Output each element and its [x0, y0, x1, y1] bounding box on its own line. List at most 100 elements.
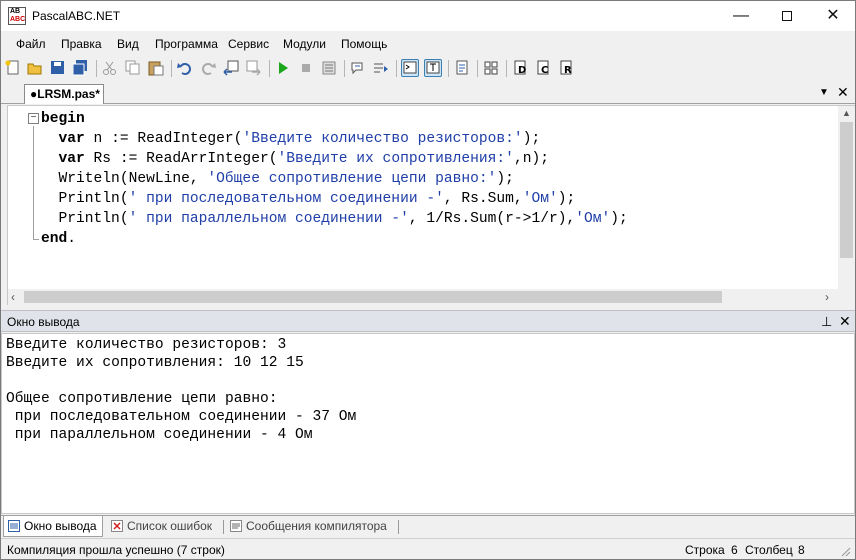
stop-icon[interactable] [297, 59, 315, 77]
status-row-value: 6 [731, 543, 738, 557]
menu-program[interactable]: Программа [155, 37, 218, 51]
tab-error-list[interactable]: Список ошибок [107, 516, 223, 537]
toolbar-separator [344, 60, 345, 77]
pin-icon[interactable]: ⊥ [821, 314, 832, 330]
scroll-thumb[interactable] [840, 122, 853, 258]
code-line-7: end. [41, 231, 77, 247]
debug-icon[interactable]: D [511, 59, 529, 77]
output-text: Введите количество резисторов: 3 Введите … [6, 336, 356, 444]
code-editor[interactable]: − begin var n := ReadInteger('Введите ко… [7, 105, 855, 305]
toolbar-separator [96, 60, 97, 77]
title-bar: AB ABC PascalABC.NET — ✕ [1, 1, 855, 31]
resize-grip-icon[interactable] [839, 545, 851, 557]
save-all-icon[interactable] [72, 59, 90, 77]
fold-guide-line [33, 126, 34, 239]
toolbar-separator [506, 60, 507, 77]
output-panel-header: Окно вывода ⊥ ✕ [1, 310, 855, 332]
menu-modules[interactable]: Модули [283, 37, 326, 51]
toolbar-separator [171, 60, 172, 77]
app-logo-icon: AB ABC [8, 7, 26, 25]
app-window: AB ABC PascalABC.NET — ✕ Файл Правка Вид… [0, 0, 856, 560]
status-bar: Компиляция прошла успешно (7 строк) Стро… [1, 538, 855, 559]
editor-horizontal-scrollbar[interactable]: ‹ › [8, 289, 855, 305]
tab-close-icon[interactable]: ✕ [837, 84, 849, 101]
editor-vertical-scrollbar[interactable]: ▲ [838, 106, 855, 289]
svg-text:D: D [518, 65, 526, 76]
fold-guide-end [33, 239, 39, 240]
toolbar-separator [396, 60, 397, 77]
toolbar-separator [448, 60, 449, 77]
output-line: при параллельном соединении - 4 Ом [6, 427, 313, 443]
navigate-back-icon[interactable] [222, 59, 240, 77]
tab-compiler-messages-label: Сообщения компилятора [246, 519, 387, 533]
debug3-icon[interactable]: R [557, 59, 575, 77]
status-col-value: 8 [798, 543, 805, 557]
fold-collapse-icon[interactable]: − [28, 113, 39, 124]
window-title: PascalABC.NET [32, 9, 121, 23]
new-file-icon[interactable] [4, 59, 22, 77]
menu-help[interactable]: Помощь [341, 37, 387, 51]
tab-lrsm-pas[interactable]: ●LRSM.pas* [24, 84, 104, 104]
debug-step-into-icon[interactable] [372, 59, 390, 77]
tab-separator [398, 520, 399, 534]
scroll-right-icon[interactable]: › [825, 290, 829, 304]
output-line: при последовательном соединении - 37 Ом [6, 409, 357, 425]
output-close-icon[interactable]: ✕ [839, 313, 851, 330]
maximize-button[interactable] [764, 1, 810, 31]
menu-bar: Файл Правка Вид Программа Сервис Модули … [1, 33, 855, 55]
format-icon[interactable] [453, 59, 471, 77]
svg-text:R: R [564, 65, 572, 76]
menu-view[interactable]: Вид [117, 37, 139, 51]
menu-edit[interactable]: Правка [61, 37, 102, 51]
error-list-icon [111, 520, 123, 532]
tab-compiler-messages[interactable]: Сообщения компилятора [226, 516, 398, 537]
copy-icon[interactable] [124, 59, 142, 77]
status-col-label: Столбец [745, 543, 793, 557]
units-icon[interactable] [482, 59, 500, 77]
tab-output-window-label: Окно вывода [24, 519, 97, 533]
cut-icon[interactable] [101, 59, 119, 77]
scroll-up-icon[interactable]: ▲ [842, 108, 851, 118]
source-code[interactable]: begin var n := ReadInteger('Введите коли… [41, 109, 628, 249]
output-window-icon [8, 520, 20, 532]
debug2-icon[interactable]: C [534, 59, 552, 77]
output-window[interactable]: Введите количество резисторов: 3 Введите … [1, 333, 855, 514]
redo-icon[interactable] [199, 59, 217, 77]
console-icon[interactable] [401, 59, 419, 77]
undo-icon[interactable] [176, 59, 194, 77]
output-icon[interactable] [424, 59, 442, 77]
status-row-label: Строка [685, 543, 725, 557]
code-line-2: var n := ReadInteger('Введите количество… [58, 131, 541, 147]
tab-output-window[interactable]: Окно вывода [3, 516, 103, 537]
output-line: Введите количество резисторов: 3 [6, 337, 287, 353]
maximize-icon [782, 10, 792, 21]
bottom-panel-tabs: Окно вывода Список ошибок Сообщения комп… [1, 515, 855, 537]
document-tab-strip: ●LRSM.pas* ▼ ✕ [1, 82, 855, 104]
compile-icon[interactable] [320, 59, 338, 77]
code-line-6: Println(' при параллельном соединении -'… [58, 211, 628, 227]
scroll-left-icon[interactable]: ‹ [11, 290, 15, 304]
output-panel-title: Окно вывода [7, 315, 80, 329]
menu-service[interactable]: Сервис [228, 37, 269, 51]
tab-error-list-label: Список ошибок [127, 519, 213, 533]
code-line-3: var Rs := ReadArrInteger('Введите их соп… [58, 151, 549, 167]
navigate-forward-icon[interactable] [245, 59, 263, 77]
tab-list-dropdown-icon[interactable]: ▼ [819, 87, 829, 98]
toolbar-separator [269, 60, 270, 77]
toolbar: D C R [1, 56, 855, 81]
run-icon[interactable] [274, 59, 292, 77]
menu-file[interactable]: Файл [16, 37, 46, 51]
scroll-thumb-horizontal[interactable] [24, 291, 722, 303]
save-icon[interactable] [49, 59, 67, 77]
status-message: Компиляция прошла успешно (7 строк) [7, 543, 225, 557]
minimize-icon: — [733, 7, 749, 24]
paste-icon[interactable] [147, 59, 165, 77]
output-line: Введите их сопротивления: 10 12 15 [6, 355, 304, 371]
minimize-button[interactable]: — [718, 1, 764, 31]
close-button[interactable]: ✕ [810, 1, 856, 31]
open-folder-icon[interactable] [26, 59, 44, 77]
debug-step-icon[interactable] [349, 59, 367, 77]
toolbar-separator [477, 60, 478, 77]
code-line-5: Println(' при последовательном соединени… [58, 191, 576, 207]
close-icon: ✕ [826, 7, 840, 24]
